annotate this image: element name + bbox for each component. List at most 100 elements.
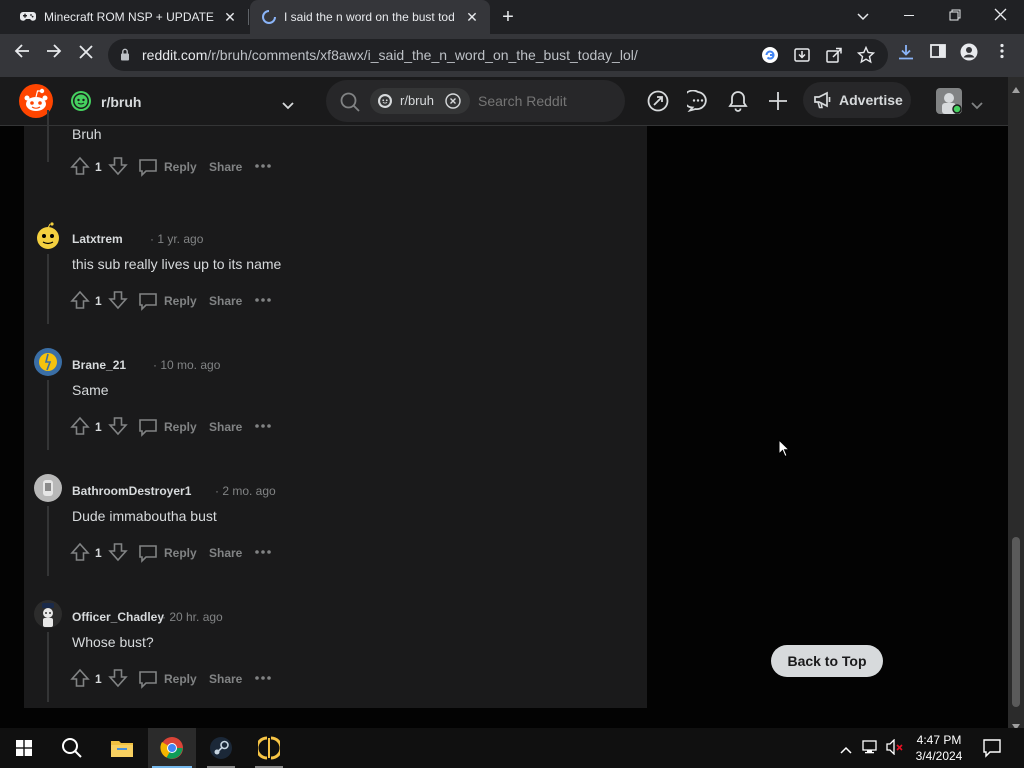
start-button[interactable] [0, 728, 48, 768]
show-hidden-icons-chevron-icon[interactable] [840, 741, 852, 759]
install-app-icon[interactable] [793, 46, 811, 69]
comment: Officer_Chadley · 20 hr. ago Whose bust?… [24, 588, 647, 714]
volume-muted-icon[interactable] [886, 738, 904, 760]
comment-age: · 10 mo. ago [153, 358, 221, 372]
notification-center-icon[interactable] [982, 738, 1002, 763]
user-menu[interactable] [929, 83, 989, 119]
share-button[interactable]: Share [209, 156, 242, 178]
reply-button[interactable]: Reply [138, 668, 197, 690]
advertise-button[interactable]: Advertise [803, 82, 911, 118]
chevron-down-icon [971, 97, 983, 115]
share-button[interactable]: Share [209, 668, 242, 690]
share-button[interactable]: Share [209, 290, 242, 312]
create-post-plus-icon[interactable] [767, 90, 789, 117]
google-lens-icon[interactable] [761, 46, 779, 69]
comment-body: Bruh [72, 126, 102, 142]
file-explorer-icon[interactable] [98, 728, 146, 768]
page-scrollbar[interactable] [1008, 77, 1024, 730]
downvote-icon[interactable] [108, 156, 128, 178]
scrollbar-thumb[interactable] [1012, 537, 1020, 707]
vote-count: 1 [95, 294, 102, 308]
comment: Brane_21 · 10 mo. ago Same 1 Reply Share [24, 336, 647, 462]
minimize-icon[interactable] [897, 5, 921, 29]
bookmark-star-icon[interactable] [856, 45, 876, 69]
popular-arrow-icon[interactable] [647, 90, 669, 117]
downvote-icon[interactable] [108, 290, 128, 312]
system-clock[interactable]: 4:47 PM 3/4/2024 [907, 732, 971, 764]
comment-actions: 1 Reply Share [70, 416, 310, 438]
downvote-icon[interactable] [108, 416, 128, 438]
user-avatar[interactable] [34, 474, 62, 502]
thread-line[interactable] [47, 380, 49, 450]
page-content: Bruh 1 Reply Share Latxtrem · 1 yr. ago … [0, 110, 1008, 728]
reply-label: Reply [164, 546, 197, 560]
comment-actions: 1 Reply Share [70, 542, 310, 564]
chrome-taskbar-icon[interactable] [148, 728, 196, 768]
notification-bell-icon[interactable] [727, 90, 749, 117]
upvote-icon[interactable] [70, 290, 90, 312]
comment-author[interactable]: Latxtrem [72, 232, 123, 246]
upvote-icon[interactable] [70, 668, 90, 690]
downvote-icon[interactable] [108, 542, 128, 564]
thread-line[interactable] [47, 110, 49, 162]
comments-panel: Bruh 1 Reply Share Latxtrem · 1 yr. ago … [24, 110, 647, 708]
comment-body: Same [72, 382, 109, 398]
more-options-icon[interactable] [255, 668, 271, 690]
chat-icon[interactable] [683, 89, 709, 117]
more-options-icon[interactable] [255, 156, 271, 178]
reply-button[interactable]: Reply [138, 156, 197, 178]
upvote-icon[interactable] [70, 542, 90, 564]
profile-avatar-icon[interactable] [957, 43, 981, 67]
reply-button[interactable]: Reply [138, 416, 197, 438]
restore-window-icon[interactable] [943, 5, 967, 29]
scroll-up-arrow-icon[interactable] [1012, 80, 1020, 98]
user-avatar[interactable] [34, 348, 62, 376]
user-avatar[interactable] [34, 600, 62, 628]
upvote-icon[interactable] [70, 156, 90, 178]
thread-line[interactable] [47, 254, 49, 324]
tab-search-chevron-icon[interactable] [851, 5, 875, 29]
windows-taskbar: 4:47 PM 3/4/2024 [0, 728, 1024, 768]
steam-taskbar-icon[interactable] [197, 728, 245, 768]
thread-line[interactable] [47, 506, 49, 576]
network-icon[interactable] [862, 739, 880, 760]
comment-author[interactable]: Officer_Chadley [72, 610, 164, 624]
downvote-icon[interactable] [108, 668, 128, 690]
comment-body: Whose bust? [72, 634, 154, 650]
comment: BathroomDestroyer1 · 2 mo. ago Dude imma… [24, 462, 647, 588]
vote-count: 1 [95, 420, 102, 434]
windows-logo-icon [16, 740, 32, 756]
comment-actions: 1 Reply Share [70, 668, 310, 690]
more-options-icon[interactable] [255, 290, 271, 312]
thread-line[interactable] [47, 632, 49, 702]
yuzu-emulator-icon[interactable] [245, 728, 293, 768]
comment-author[interactable]: BathroomDestroyer1 [72, 484, 191, 498]
comment-age: · 1 yr. ago [150, 232, 204, 246]
upvote-icon[interactable] [70, 416, 90, 438]
clock-time: 4:47 PM [916, 733, 962, 747]
reply-label: Reply [164, 160, 197, 174]
chrome-menu-icon[interactable] [990, 43, 1014, 67]
user-avatar[interactable] [34, 222, 62, 250]
comment-author[interactable]: Brane_21 [72, 358, 126, 372]
side-panel-icon[interactable] [926, 43, 950, 67]
comment: Bruh 1 Reply Share [24, 0, 647, 177]
downloads-icon[interactable] [894, 43, 918, 67]
more-options-icon[interactable] [255, 542, 271, 564]
more-options-icon[interactable] [255, 416, 271, 438]
vote-count: 1 [95, 672, 102, 686]
advertise-label: Advertise [839, 92, 903, 108]
reply-button[interactable]: Reply [138, 542, 197, 564]
share-button[interactable]: Share [209, 542, 242, 564]
comment-body: Dude immaboutha bust [72, 508, 217, 524]
share-page-icon[interactable] [825, 46, 843, 69]
taskbar-search-icon[interactable] [48, 728, 96, 768]
vote-count: 1 [95, 546, 102, 560]
comment: Latxtrem · 1 yr. ago this sub really liv… [24, 210, 647, 336]
back-to-top-button[interactable]: Back to Top [771, 645, 883, 677]
comment-body: this sub really lives up to its name [72, 256, 282, 272]
close-window-icon[interactable] [988, 5, 1012, 29]
share-button[interactable]: Share [209, 416, 242, 438]
comment-age: · 2 mo. ago [215, 484, 276, 498]
reply-button[interactable]: Reply [138, 290, 197, 312]
